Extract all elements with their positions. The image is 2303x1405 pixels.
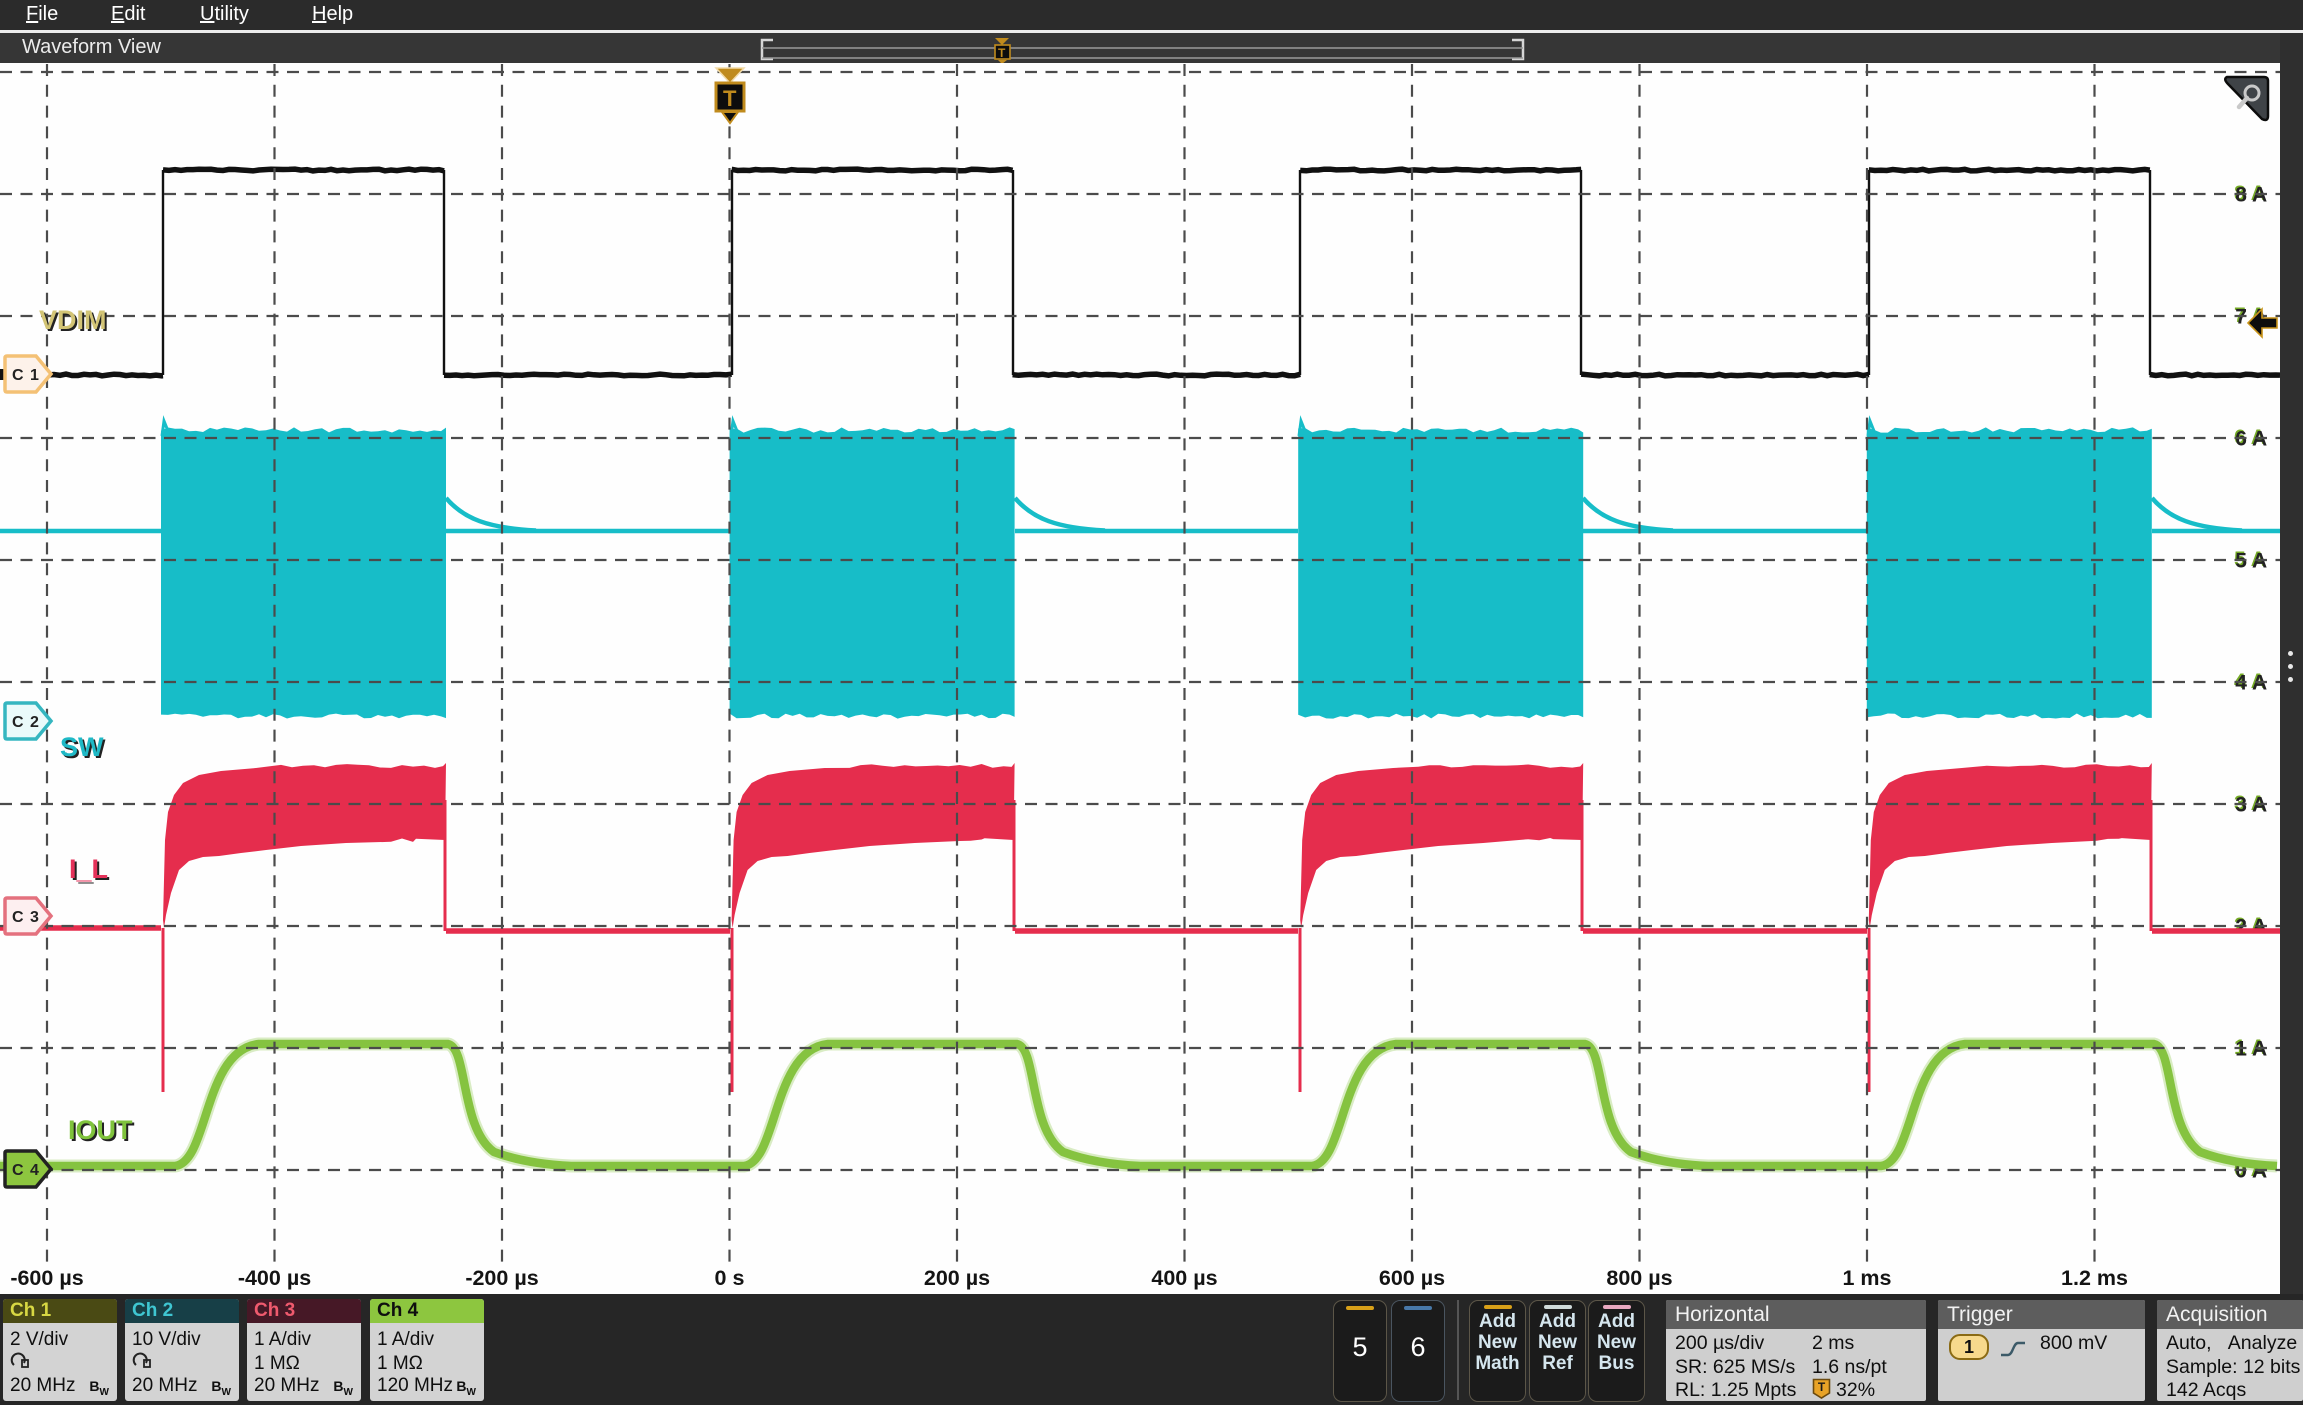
svg-text:400 µs: 400 µs [1151,1266,1217,1290]
svg-text:800 µs: 800 µs [1606,1266,1672,1290]
svg-text:T: T [1818,1380,1826,1394]
svg-text:IOUT: IOUT [68,1115,133,1145]
svg-text:0 s: 0 s [715,1266,745,1290]
svg-text:1.2 ms: 1.2 ms [2061,1266,2128,1290]
svg-text:1 ms: 1 ms [1842,1266,1891,1290]
svg-text:C 1: C 1 [12,367,40,384]
svg-text:-200 µs: -200 µs [465,1266,538,1290]
svg-text:C 4: C 4 [12,1162,40,1179]
svg-text:200 µs: 200 µs [924,1266,990,1290]
svg-text:-600 µs: -600 µs [10,1266,83,1290]
svg-text:SW: SW [60,732,104,762]
svg-text:C 3: C 3 [12,909,40,926]
svg-text:600 µs: 600 µs [1379,1266,1445,1290]
svg-text:-400 µs: -400 µs [238,1266,311,1290]
svg-text:C 2: C 2 [12,714,40,731]
svg-text:VDIM: VDIM [39,305,107,335]
svg-text:T: T [723,86,737,111]
svg-text:T: T [998,46,1006,60]
svg-text:I_L: I_L [69,854,108,884]
